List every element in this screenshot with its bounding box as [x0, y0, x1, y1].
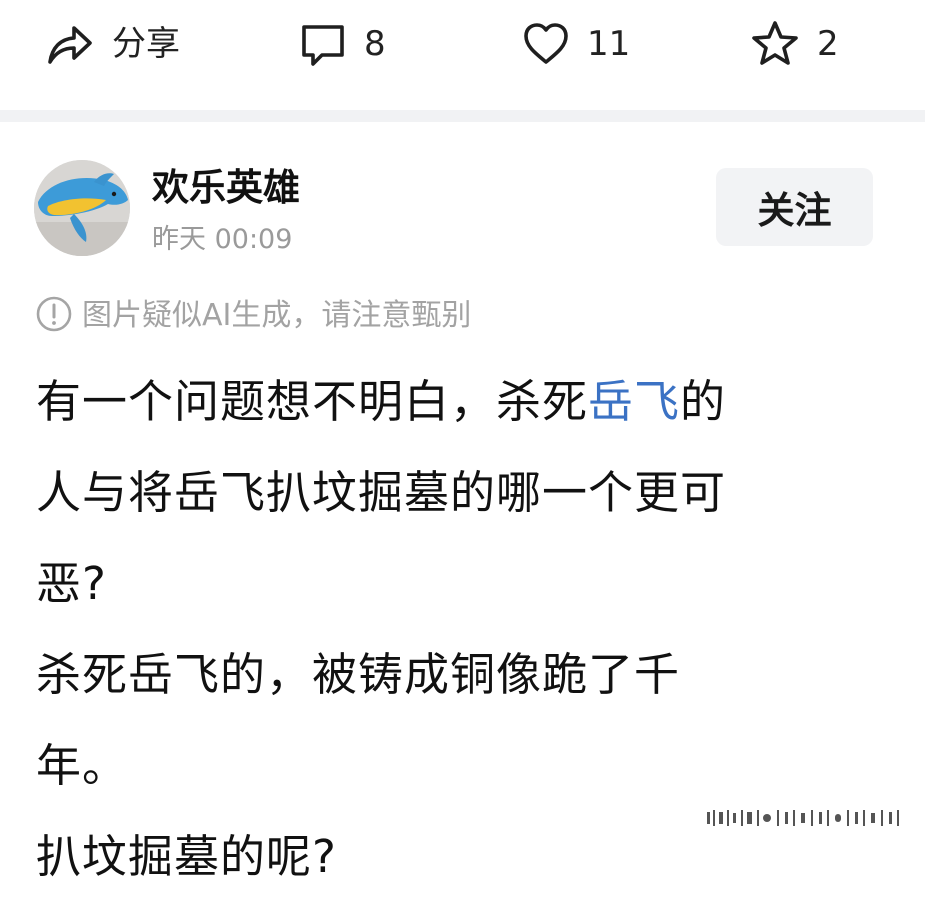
post-line-3: 恶?: [36, 557, 107, 610]
post-text-segment: 有一个问题想不明白，杀死: [36, 375, 589, 428]
comment-button[interactable]: 8: [298, 18, 386, 70]
post-time: 昨天 00:09: [152, 224, 293, 255]
post-line-1: 有一个问题想不明白，杀死岳飞的: [36, 356, 866, 447]
dolphin-plush-avatar: [34, 160, 130, 256]
favorite-button[interactable]: 2: [749, 18, 839, 70]
ai-notice-text: 图片疑似AI生成，请注意甄别: [82, 298, 472, 333]
post-line-2: 人与将岳飞扒坟掘墓的哪一个更可: [36, 466, 727, 519]
action-bar: 分享 8 11 2: [0, 0, 925, 110]
ai-generated-notice: 图片疑似AI生成，请注意甄别: [34, 294, 471, 338]
comment-icon: [298, 18, 348, 70]
info-icon: [34, 294, 74, 338]
share-button[interactable]: 分享: [44, 18, 180, 70]
section-divider: [0, 110, 925, 122]
topic-link[interactable]: 岳飞: [588, 375, 680, 428]
post-text-segment: 的: [680, 375, 727, 428]
heart-icon: [521, 18, 571, 70]
watermark-mark: [707, 808, 907, 828]
post-line-5: 年。: [36, 739, 129, 792]
star-icon: [749, 18, 801, 70]
share-label: 分享: [112, 24, 180, 64]
author-name[interactable]: 欢乐英雄: [152, 163, 300, 213]
post-line-4: 杀死岳飞的，被铸成铜像跪了千: [36, 648, 681, 701]
follow-button[interactable]: 关注: [716, 168, 873, 246]
like-button[interactable]: 11: [521, 18, 630, 70]
comment-count: 8: [364, 24, 386, 64]
favorite-count: 2: [817, 24, 839, 64]
share-icon: [44, 18, 96, 70]
like-count: 11: [587, 24, 631, 64]
avatar[interactable]: [34, 160, 130, 256]
